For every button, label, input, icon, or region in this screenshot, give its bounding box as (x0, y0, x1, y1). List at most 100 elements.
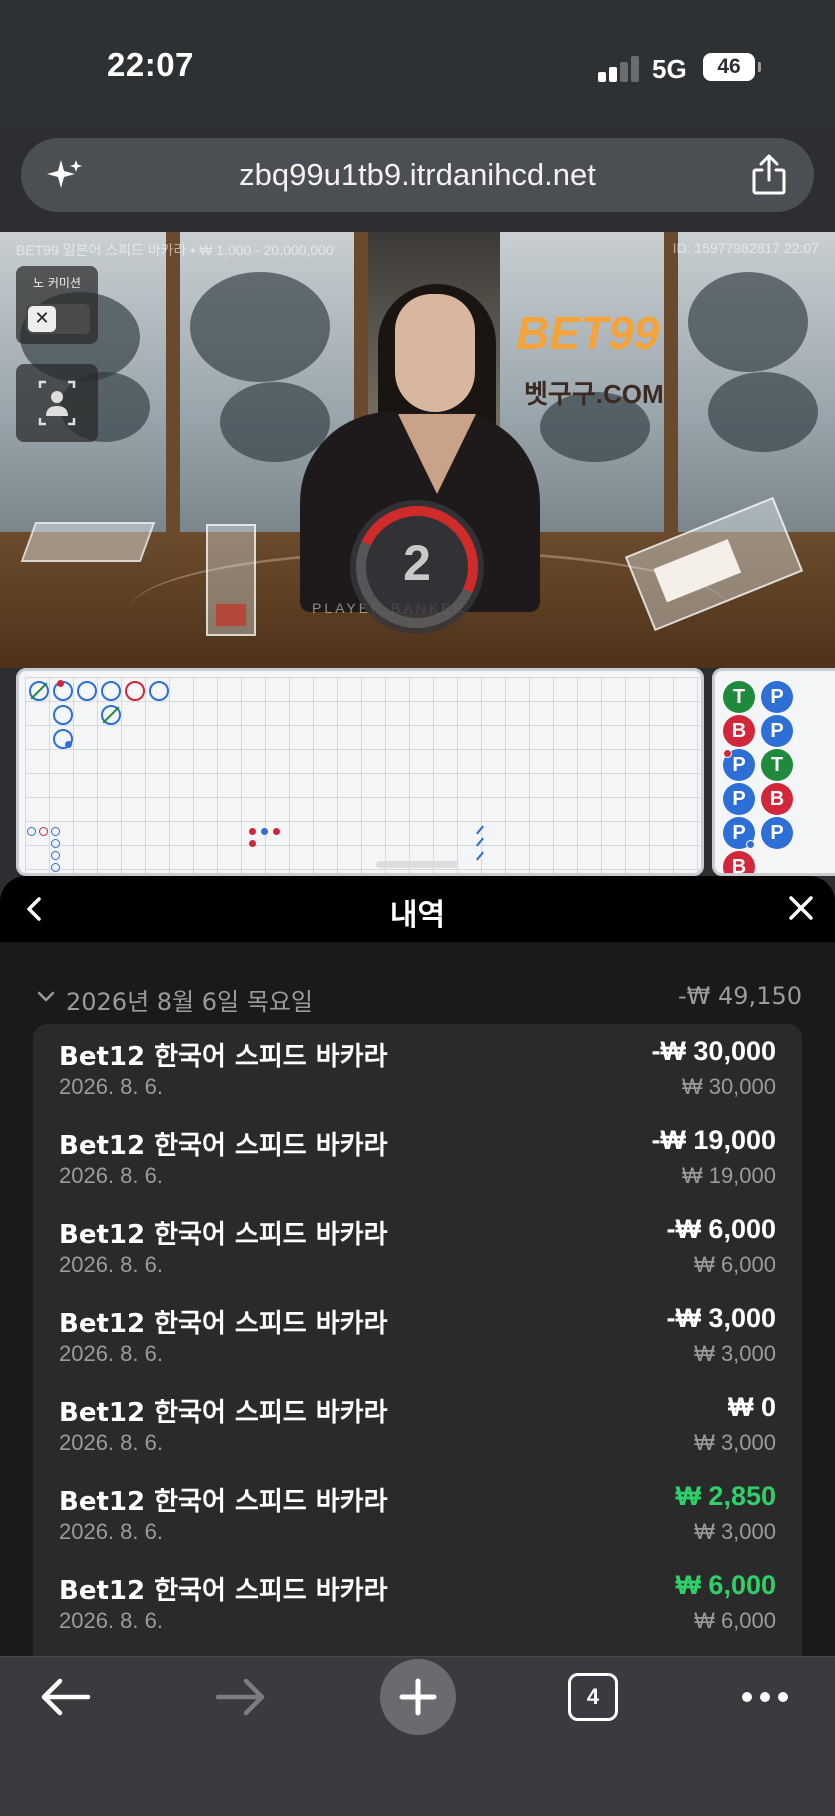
status-bar: 22:07 5G 46 (0, 0, 835, 130)
address-bar[interactable]: zbq99u1tb9.itrdanihcd.net (21, 138, 814, 212)
game-name: Bet12 한국어 스피드 바카라 (59, 1398, 388, 1428)
browser-toolbar: 4 (0, 1656, 835, 1816)
bead-marker: P (761, 681, 793, 713)
bet-date: 2026. 8. 6. (59, 1074, 163, 1099)
list-item[interactable]: Bet12 한국어 스피드 바카라 2026. 8. 6. ₩ 6,000 ₩ … (33, 1558, 802, 1647)
day-group-header[interactable]: 2026년 8월 6일 목요일 -₩ 49,150 (36, 982, 802, 1016)
road-banker-marker (125, 681, 145, 701)
more-dots-icon[interactable] (720, 1657, 810, 1737)
bead-marker: B (761, 783, 793, 815)
bead-marker: B (723, 851, 755, 873)
net-amount: -₩ 19,000 (651, 1125, 776, 1155)
no-commission-toggle[interactable]: 노 커미션 ✕ (16, 266, 98, 344)
live-dealer-video: BET99 벳구구.COM PLAYER BANKER BET99 일본어 스피… (0, 232, 835, 668)
road-player-marker (101, 681, 121, 701)
url-text[interactable]: zbq99u1tb9.itrdanihcd.net (21, 157, 814, 193)
list-item[interactable]: Bet12 한국어 스피드 바카라 2026. 8. 6. -₩ 6,000 ₩… (33, 1202, 802, 1291)
bet-date: 2026. 8. 6. (59, 1608, 163, 1633)
big-eye-marker (51, 839, 60, 848)
stake-amount: ₩ 3,000 (694, 1430, 776, 1455)
big-eye-marker (51, 827, 60, 836)
stake-amount: ₩ 3,000 (694, 1341, 776, 1366)
big-eye-marker (39, 827, 48, 836)
stake-amount: ₩ 30,000 (681, 1074, 776, 1099)
close-icon[interactable] (785, 892, 817, 924)
road-tie-marker (29, 681, 49, 701)
small-road-marker (273, 828, 280, 835)
net-amount: ₩ 6,000 (675, 1570, 776, 1600)
net-amount: ₩ 2,850 (675, 1481, 776, 1511)
net-amount: -₩ 6,000 (666, 1214, 776, 1244)
game-name: Bet12 한국어 스피드 바카라 (59, 1576, 388, 1606)
game-name: Bet12 한국어 스피드 바카라 (59, 1487, 388, 1517)
road-pair-dot (57, 680, 64, 687)
bet-date: 2026. 8. 6. (59, 1252, 163, 1277)
battery-icon: 46 (703, 53, 761, 81)
bet-date: 2026. 8. 6. (59, 1519, 163, 1544)
list-item[interactable]: Bet12 한국어 스피드 바카라 2026. 8. 6. ₩ 2,850 ₩ … (33, 1469, 802, 1558)
dealer-face (395, 294, 475, 412)
bead-marker: T (723, 681, 755, 713)
road-player-marker (77, 681, 97, 701)
history-header: 내역 (0, 876, 835, 942)
forward-arrow-icon[interactable] (196, 1657, 286, 1737)
bet99-logo: BET99 (516, 307, 660, 359)
big-road-scoreboard[interactable] (16, 668, 704, 876)
road-tie-marker (101, 705, 121, 725)
portrait-mode-button[interactable] (16, 364, 98, 442)
stake-amount: ₩ 6,000 (694, 1608, 776, 1633)
road-player-marker (149, 681, 169, 701)
game-name: Bet12 한국어 스피드 바카라 (59, 1042, 388, 1072)
net-amount: ₩ 0 (727, 1392, 776, 1422)
small-road-marker (261, 828, 268, 835)
bead-marker: P (723, 749, 755, 781)
bet99-logo-subtitle: 벳구구.COM (524, 379, 664, 409)
cellular-signal-icon (598, 56, 640, 82)
road-grid (25, 677, 701, 873)
history-list[interactable]: Bet12 한국어 스피드 바카라 2026. 8. 6. -₩ 30,000 … (33, 1024, 802, 1656)
network-type: 5G (652, 54, 687, 84)
share-icon[interactable] (750, 154, 788, 196)
net-amount: -₩ 30,000 (651, 1036, 776, 1066)
sheet-drag-handle[interactable] (376, 861, 458, 868)
big-eye-marker (51, 863, 60, 872)
bead-road-scoreboard[interactable]: T P B P P T P B P P B (712, 668, 835, 876)
new-tab-button[interactable] (380, 1659, 456, 1735)
stake-amount: ₩ 3,000 (694, 1519, 776, 1544)
small-road-marker (249, 840, 256, 847)
plus-icon (399, 1678, 437, 1716)
tabs-button[interactable]: 4 (568, 1673, 618, 1721)
bead-marker: T (761, 749, 793, 781)
game-name: Bet12 한국어 스피드 바카라 (59, 1131, 388, 1161)
no-commission-label: 노 커미션 (33, 276, 81, 290)
game-id: ID: 15977982817 22:07 (672, 240, 819, 256)
list-item[interactable]: Bet12 한국어 스피드 바카라 2026. 8. 6. -₩ 19,000 … (33, 1113, 802, 1202)
betting-timer: 2 (338, 488, 496, 646)
card-tray (20, 522, 156, 562)
list-item[interactable]: Bet12 한국어 스피드 바카라 2026. 8. 6. -₩ 30,000 … (33, 1024, 802, 1113)
list-item[interactable]: Bet12 한국어 스피드 바카라 2026. 8. 6. ₩ 0 ₩ 3,00… (33, 1380, 802, 1469)
bet-date: 2026. 8. 6. (59, 1163, 163, 1188)
bead-marker: P (723, 817, 755, 849)
day-total: -₩ 49,150 (678, 982, 802, 1010)
bead-label: P (732, 754, 746, 776)
screen-frame (166, 232, 180, 542)
bead-marker: B (723, 715, 755, 747)
game-info: BET99 일본어 스피드 바카라 • ₩ 1,000 - 20,000,000 (16, 242, 334, 258)
back-arrow-icon[interactable] (20, 1657, 110, 1737)
discard-box (206, 524, 256, 636)
pair-pip (723, 749, 732, 758)
big-eye-marker (27, 827, 36, 836)
screen-panel-art (678, 232, 835, 532)
big-eye-marker (51, 851, 60, 860)
game-name: Bet12 한국어 스피드 바카라 (59, 1309, 388, 1339)
person-frame-icon (38, 380, 76, 426)
small-road-marker (249, 828, 256, 835)
no-commission-switch[interactable]: ✕ (26, 304, 90, 334)
stake-amount: ₩ 19,000 (681, 1163, 776, 1188)
list-item[interactable]: Bet12 한국어 스피드 바카라 2026. 8. 6. -₩ 3,000 ₩… (33, 1291, 802, 1380)
screen-frame (664, 232, 678, 542)
bet-date: 2026. 8. 6. (59, 1430, 163, 1455)
pair-pip (746, 840, 755, 849)
stake-amount: ₩ 6,000 (694, 1252, 776, 1277)
